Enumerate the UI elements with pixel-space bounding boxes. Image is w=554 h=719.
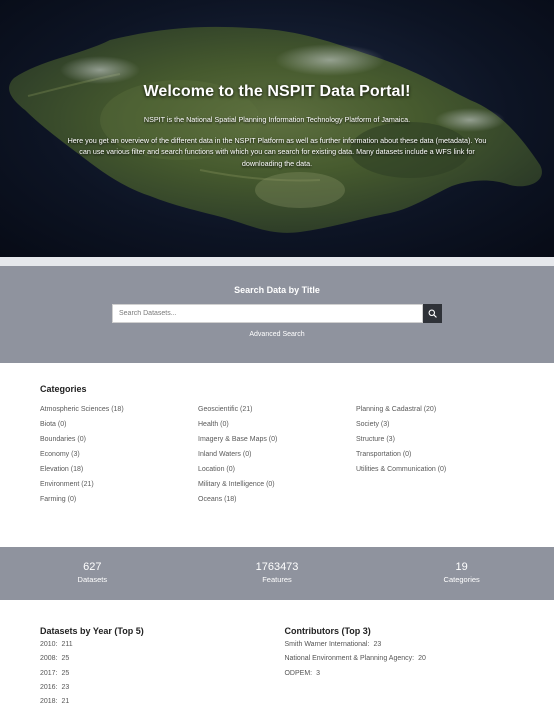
- category-link[interactable]: Elevation (18): [40, 465, 198, 480]
- contributor-count: 23: [373, 641, 382, 648]
- search-button[interactable]: [423, 304, 442, 323]
- year-row: 2018: 21: [40, 697, 284, 711]
- contributor-row: National Environment & Planning Agency: 2…: [284, 654, 514, 668]
- contributor-name: Smith Warner International:: [284, 641, 370, 648]
- hero-details: Here you get an overview of the differen…: [67, 135, 487, 168]
- category-link[interactable]: Military & Intelligence (0): [198, 480, 356, 495]
- categories-section: Categories Atmospheric Sciences (18) Bio…: [0, 363, 554, 547]
- category-link[interactable]: Economy (3): [40, 450, 198, 465]
- category-link[interactable]: Structure (3): [356, 435, 514, 450]
- category-link[interactable]: Oceans (18): [198, 495, 356, 510]
- year-label: 2017:: [40, 669, 58, 677]
- category-link[interactable]: Health (0): [198, 420, 356, 435]
- year-count: 25: [61, 655, 70, 663]
- search-title: Search Data by Title: [234, 285, 320, 295]
- category-link[interactable]: Atmospheric Sciences (18): [40, 405, 198, 420]
- year-label: 2008:: [40, 655, 58, 663]
- year-count: 211: [61, 641, 73, 648]
- stat-categories: 19 Categories: [369, 547, 554, 600]
- category-link[interactable]: Boundaries (0): [40, 435, 198, 450]
- year-row: 2017: 25: [40, 669, 284, 683]
- categories-column: Geoscientific (21) Health (0) Imagery & …: [198, 405, 356, 510]
- contributor-name: ODPEM:: [284, 669, 313, 677]
- stat-value: 1763473: [255, 561, 299, 573]
- category-link[interactable]: Planning & Cadastral (20): [356, 405, 514, 420]
- category-link[interactable]: Farming (0): [40, 495, 198, 510]
- advanced-search-link[interactable]: Advanced Search: [249, 331, 304, 338]
- hero-intro: NSPIT is the National Spatial Planning I…: [143, 115, 411, 124]
- datasets-by-year-title: Datasets by Year (Top 5): [40, 626, 144, 636]
- category-link[interactable]: Transportation (0): [356, 450, 514, 465]
- year-row: 2010: 211: [40, 640, 284, 654]
- categories-grid: Atmospheric Sciences (18) Biota (0) Boun…: [40, 405, 514, 510]
- contributor-row: ODPEM: 3: [284, 669, 514, 683]
- contributor-count: 3: [316, 669, 321, 677]
- category-link[interactable]: Biota (0): [40, 420, 198, 435]
- search-input[interactable]: [112, 304, 423, 323]
- hero-description: NSPIT is the National Spatial Planning I…: [62, 114, 492, 169]
- categories-title: Categories: [40, 384, 87, 394]
- datasets-by-year: Datasets by Year (Top 5) 2010: 211 2008: 2…: [40, 626, 284, 711]
- contributors-title: Contributors (Top 3): [284, 626, 371, 636]
- stat-label: Datasets: [77, 575, 108, 584]
- contributor-row: Smith Warner International: 23: [284, 640, 514, 654]
- category-link[interactable]: Geoscientific (21): [198, 405, 356, 420]
- categories-column: Planning & Cadastral (20) Society (3) St…: [356, 405, 514, 510]
- stat-features: 1763473 Features: [185, 547, 370, 600]
- search-icon: [428, 309, 437, 318]
- contributors: Contributors (Top 3) Smith Warner Intern…: [284, 626, 514, 711]
- hero-banner: Welcome to the NSPIT Data Portal! NSPIT …: [0, 0, 554, 257]
- page-title: Welcome to the NSPIT Data Portal!: [143, 83, 411, 100]
- category-link[interactable]: Environment (21): [40, 480, 198, 495]
- categories-column: Atmospheric Sciences (18) Biota (0) Boun…: [40, 405, 198, 510]
- year-count: 25: [61, 669, 70, 677]
- category-link[interactable]: Imagery & Base Maps (0): [198, 435, 356, 450]
- stat-label: Features: [262, 575, 292, 584]
- stats-bar: 627 Datasets 1763473 Features 19 Categor…: [0, 547, 554, 600]
- summary-section: Datasets by Year (Top 5) 2010: 211 2008: 2…: [0, 600, 554, 711]
- stat-value: 627: [83, 561, 102, 573]
- contributor-count: 20: [418, 655, 426, 663]
- stat-datasets: 627 Datasets: [0, 547, 185, 600]
- search-section: Search Data by Title Advanced Search: [0, 266, 554, 363]
- year-count: 23: [61, 683, 70, 691]
- category-link[interactable]: Location (0): [198, 465, 356, 480]
- search-bar: [0, 304, 554, 323]
- stat-label: Categories: [443, 575, 480, 584]
- category-link[interactable]: Society (3): [356, 420, 514, 435]
- year-count: 21: [61, 698, 70, 706]
- contributor-name: National Environment & Planning Agency:: [284, 655, 415, 663]
- section-divider: [0, 257, 554, 266]
- year-label: 2018:: [40, 698, 58, 706]
- year-row: 2016: 23: [40, 683, 284, 697]
- year-label: 2010:: [40, 641, 58, 648]
- category-link[interactable]: Inland Waters (0): [198, 450, 356, 465]
- year-row: 2008: 25: [40, 654, 284, 668]
- stat-value: 19: [455, 561, 468, 573]
- year-label: 2016:: [40, 683, 58, 691]
- category-link[interactable]: Utilities & Communication (0): [356, 465, 514, 480]
- hero-content: Welcome to the NSPIT Data Portal! NSPIT …: [0, 83, 554, 169]
